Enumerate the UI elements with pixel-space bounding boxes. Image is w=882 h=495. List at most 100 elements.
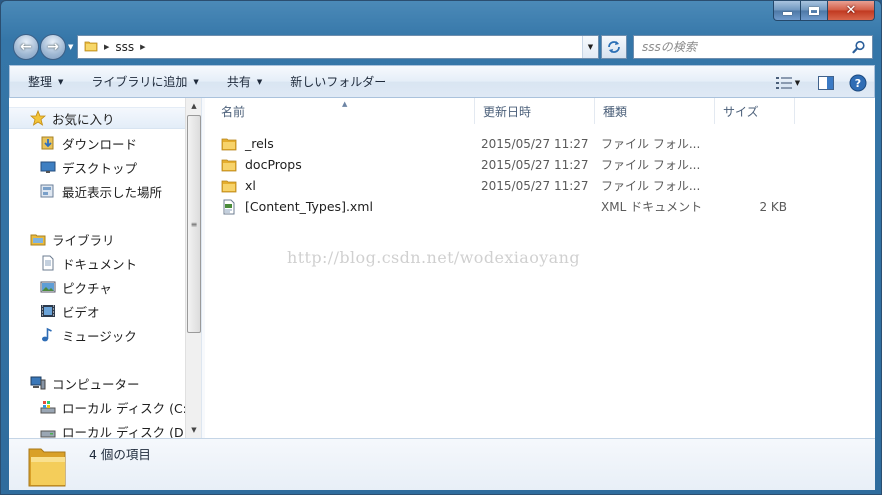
column-label: 種類: [603, 104, 628, 119]
maximize-button[interactable]: [801, 1, 828, 21]
file-row[interactable]: docProps 2015/05/27 11:27 ファイル フォル...: [217, 154, 797, 175]
breadcrumb-separator-icon[interactable]: ▶: [140, 43, 145, 51]
share-button[interactable]: 共有 ▼: [211, 65, 274, 98]
new-folder-label: 新しいフォルダー: [290, 75, 387, 89]
scroll-up-icon[interactable]: ▲: [186, 98, 202, 114]
column-header-date[interactable]: 更新日時: [475, 98, 595, 124]
file-name-cell: _rels: [221, 133, 274, 154]
file-type: ファイル フォル...: [601, 137, 701, 151]
help-icon: ?: [849, 74, 867, 91]
nav-scrollbar[interactable]: ▲ ≡ ▼: [185, 98, 201, 438]
nav-item-label: ビデオ: [62, 304, 100, 320]
svg-text:?: ?: [855, 77, 861, 90]
file-name: xl: [245, 178, 256, 193]
refresh-button[interactable]: [601, 35, 627, 59]
nav-libraries[interactable]: ライブラリ: [29, 228, 115, 250]
file-row[interactable]: xl 2015/05/27 11:27 ファイル フォル...: [217, 175, 797, 196]
document-icon: [39, 255, 57, 271]
address-bar[interactable]: ▶ sss ▶ ▼: [77, 35, 599, 59]
address-dropdown-button[interactable]: ▼: [582, 36, 598, 58]
column-label: 名前: [221, 104, 246, 119]
nav-computer-label: コンピューター: [52, 376, 140, 392]
column-header-name[interactable]: 名前: [213, 98, 475, 124]
refresh-icon: [608, 41, 620, 53]
picture-icon: [39, 279, 57, 295]
share-label: 共有: [226, 75, 251, 89]
organize-menu-button[interactable]: 整理 ▼: [10, 65, 75, 98]
chevron-down-icon: ▼: [58, 77, 64, 86]
nav-item-drive-c[interactable]: ローカル ディスク (C:: [39, 396, 185, 418]
command-bar: 整理 ▼ ライブラリに追加 ▼ 共有 ▼ 新しいフォルダー ▼ ?: [9, 65, 875, 98]
file-list: ▲ 名前 更新日時 種類 サイズ _rels 2015/05/27 11:27 …: [205, 98, 875, 438]
nav-item-videos[interactable]: ビデオ: [39, 300, 100, 322]
column-label: サイズ: [723, 104, 759, 119]
folder-icon: [84, 39, 98, 56]
nav-item-label: 最近表示した場所: [62, 184, 163, 200]
file-size: [717, 154, 787, 175]
close-icon: ✕: [845, 3, 857, 18]
nav-favorites[interactable]: お気に入り: [9, 107, 185, 129]
library-icon: [29, 231, 47, 247]
nav-libraries-label: ライブラリ: [52, 232, 115, 248]
preview-pane-button[interactable]: [810, 66, 842, 99]
close-button[interactable]: ✕: [828, 1, 875, 21]
file-date: 2015/05/27 11:27: [481, 157, 589, 172]
column-header-size[interactable]: サイズ: [715, 98, 795, 124]
file-row[interactable]: _rels 2015/05/27 11:27 ファイル フォル...: [217, 133, 797, 154]
breadcrumb-separator-icon[interactable]: ▶: [104, 43, 109, 51]
nav-item-label: ローカル ディスク (D:: [62, 424, 185, 439]
file-size: 2 KB: [759, 199, 787, 214]
search-icon[interactable]: [852, 40, 866, 57]
nav-item-recent-places[interactable]: 最近表示した場所: [39, 180, 162, 202]
search-box[interactable]: [633, 35, 873, 59]
details-pane: 4 個の項目: [9, 438, 875, 490]
minimize-button[interactable]: [773, 1, 801, 21]
nav-item-drive-d[interactable]: ローカル ディスク (D:: [39, 420, 185, 438]
folder-icon: [221, 136, 237, 152]
search-input[interactable]: [642, 40, 842, 54]
file-name: docProps: [245, 157, 302, 172]
help-button[interactable]: ?: [842, 66, 874, 99]
nav-item-label: ダウンロード: [62, 136, 138, 152]
folder-icon: [25, 441, 69, 492]
music-note-icon: [39, 327, 57, 343]
nav-item-downloads[interactable]: ダウンロード: [39, 132, 137, 154]
download-folder-icon: [39, 135, 57, 151]
file-type: ファイル フォル...: [601, 179, 701, 193]
nav-item-music[interactable]: ミュージック: [39, 324, 137, 346]
explorer-window: ✕ ← → ▼ ▶ sss ▶ ▼ 整理 ▼: [0, 0, 882, 495]
nav-item-label: ローカル ディスク (C:: [62, 400, 185, 416]
maximize-icon: [809, 6, 819, 15]
star-icon: [29, 110, 47, 126]
add-to-library-button[interactable]: ライブラリに追加 ▼: [75, 65, 210, 98]
add-to-library-label: ライブラリに追加: [91, 75, 188, 89]
file-type: ファイル フォル...: [601, 158, 701, 172]
history-buttons: ← → ▼: [13, 34, 78, 60]
nav-item-documents[interactable]: ドキュメント: [39, 252, 137, 274]
change-view-button[interactable]: ▼: [766, 66, 810, 99]
column-header-type[interactable]: 種類: [595, 98, 715, 124]
column-label: 更新日時: [483, 104, 532, 119]
folder-icon: [221, 178, 237, 194]
scroll-down-icon[interactable]: ▼: [186, 422, 202, 438]
scroll-thumb[interactable]: ≡: [187, 115, 201, 333]
video-icon: [39, 303, 57, 319]
nav-item-label: ピクチャ: [62, 280, 112, 296]
chevron-down-icon: ▼: [587, 43, 594, 51]
nav-item-pictures[interactable]: ピクチャ: [39, 276, 112, 298]
back-arrow-icon: ←: [20, 39, 32, 55]
nav-item-desktop[interactable]: デスクトップ: [39, 156, 137, 178]
file-name-cell: xl: [221, 175, 256, 196]
forward-button[interactable]: →: [40, 34, 66, 60]
desktop-icon: [39, 159, 57, 175]
file-type: XML ドキュメント: [601, 200, 703, 214]
new-folder-button[interactable]: 新しいフォルダー: [274, 65, 398, 98]
nav-computer[interactable]: コンピューター: [29, 372, 140, 394]
xml-file-icon: [221, 199, 237, 215]
back-button[interactable]: ←: [13, 34, 39, 60]
file-row[interactable]: [Content_Types].xml XML ドキュメント 2 KB: [217, 196, 797, 217]
chevron-down-icon: ▼: [193, 77, 199, 86]
nav-favorites-label: お気に入り: [52, 111, 115, 127]
item-count: 4 個の項目: [89, 447, 151, 462]
breadcrumb-sss[interactable]: sss: [115, 40, 134, 54]
